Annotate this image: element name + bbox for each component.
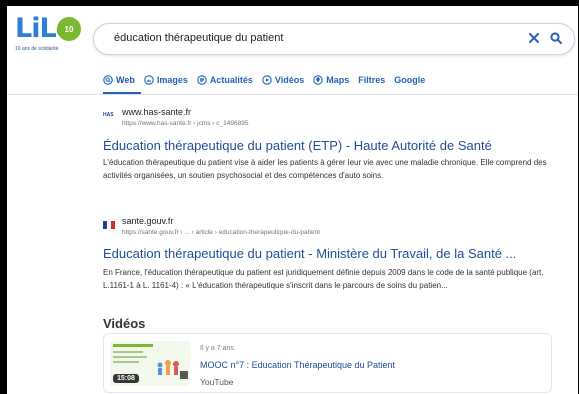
search-result: HAS www.has-sante.fr https://www.has-san… [103, 104, 563, 194]
tab-videos[interactable]: Vidéos [262, 75, 304, 85]
search-input[interactable]: éducation thérapeutique du patient [114, 32, 283, 44]
search-result: sante.gouv.fr https://sante.gouv.fr › ..… [103, 212, 563, 302]
tab-videos-label: Vidéos [274, 75, 305, 85]
lilo-logo[interactable]: LiLo 10 10 ans de solidarité [15, 14, 85, 54]
favicon-has: HAS [103, 112, 114, 118]
result-title[interactable]: Education thérapeutique du patient - Min… [103, 246, 516, 261]
result-snippet: L'éducation thérapeutique du patient vis… [103, 158, 547, 180]
map-pin-icon [313, 75, 323, 85]
result-url[interactable]: https://sante.gouv.fr › ... › article › … [122, 229, 320, 236]
search-icon[interactable] [548, 30, 564, 46]
flag-fr-icon [103, 221, 115, 229]
result-url[interactable]: https://www.has-sante.fr › jcms › c_1496… [122, 120, 248, 127]
tab-google-label: Google [394, 75, 426, 85]
result-domain: sante.gouv.fr [122, 216, 174, 226]
tab-filters-label: Filtres [358, 75, 386, 85]
result-domain: www.has-sante.fr [122, 107, 192, 117]
videos-section-heading: Vidéos [103, 316, 146, 331]
result-title[interactable]: Éducation thérapeutique du patient (ETP)… [103, 138, 492, 153]
flag-red [111, 221, 115, 229]
image-icon [144, 75, 154, 85]
tab-news[interactable]: Actualités [197, 75, 253, 85]
video-source: YouTube [200, 377, 234, 387]
tab-google[interactable]: Google [394, 75, 425, 85]
news-icon [197, 75, 207, 85]
search-icon [103, 75, 113, 85]
tab-maps[interactable]: Maps [313, 75, 349, 85]
close-icon[interactable] [526, 30, 542, 46]
logo-badge: 10 [57, 17, 81, 41]
tab-images[interactable]: Images [144, 75, 188, 85]
play-icon [262, 75, 272, 85]
header-divider [7, 94, 578, 95]
video-age: Il y a 7 ans [200, 345, 234, 352]
tab-web[interactable]: Web [103, 75, 135, 85]
video-title[interactable]: MOOC n°7 : Education Thérapeutique du Pa… [200, 360, 395, 370]
browser-page: LiLo 10 10 ans de solidarité éducation t… [7, 6, 578, 394]
logo-subtitle: 10 ans de solidarité [15, 46, 59, 52]
search-bar[interactable]: éducation thérapeutique du patient [93, 23, 575, 55]
video-duration: 15:08 [113, 374, 139, 383]
result-snippet: En France, l'éducation thérapeutique du … [103, 268, 544, 290]
tab-web-label: Web [116, 75, 135, 85]
tab-images-label: Images [156, 75, 188, 85]
tab-news-label: Actualités [209, 75, 253, 85]
tab-maps-label: Maps [326, 75, 350, 85]
search-tabs: Web Images Actualités Vidéos Maps Filtre… [103, 71, 434, 89]
tab-filters[interactable]: Filtres [358, 75, 385, 85]
video-card[interactable]: 15:08 Il y a 7 ans MOOC n°7 : Education … [103, 333, 552, 393]
video-thumbnail[interactable]: 15:08 [110, 341, 190, 386]
